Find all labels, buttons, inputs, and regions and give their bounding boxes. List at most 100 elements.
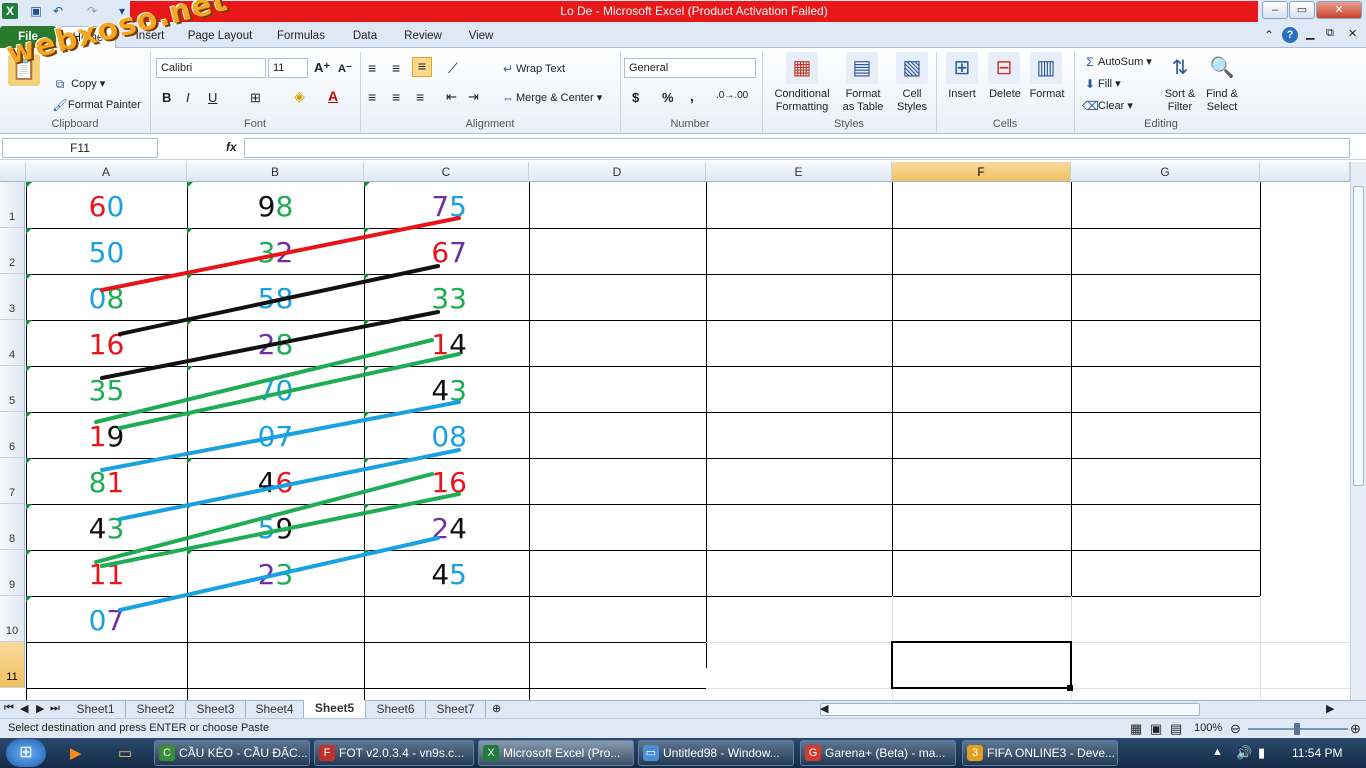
cell-styles-label-2[interactable]: Styles	[892, 101, 932, 113]
zoom-level[interactable]: 100%	[1194, 719, 1222, 738]
sheet-tab-6[interactable]: Sheet6	[366, 701, 426, 718]
volume-icon[interactable]: 🔊	[1236, 745, 1252, 761]
fill-button[interactable]: ⬇ Fill ▾	[1082, 76, 1121, 92]
doc-restore-icon[interactable]: ⧉	[1326, 27, 1334, 40]
page-layout-view-icon[interactable]: ▣	[1150, 719, 1162, 738]
explorer-icon[interactable]: ▭	[118, 744, 132, 762]
first-sheet-icon[interactable]: ⏮	[4, 702, 14, 715]
tab-data[interactable]: Data	[344, 24, 386, 48]
tab-page-layout[interactable]: Page Layout	[184, 24, 256, 48]
binoculars-icon[interactable]: 🔍	[1206, 52, 1238, 84]
increase-decimal-icon[interactable]: .0→.00	[716, 90, 748, 101]
formula-input[interactable]	[244, 138, 1350, 158]
sort-filter-label-2[interactable]: Filter	[1158, 101, 1202, 113]
autosum-button[interactable]: Σ AutoSum ▾	[1082, 54, 1152, 70]
align-right-icon[interactable]: ≡	[416, 89, 424, 105]
find-select-label-2[interactable]: Select	[1200, 101, 1244, 113]
orientation-icon[interactable]: ⟋	[448, 60, 458, 77]
font-color-icon[interactable]: A	[328, 88, 338, 104]
currency-button[interactable]: $	[632, 90, 639, 105]
horizontal-scroll-thumb[interactable]	[820, 703, 1200, 716]
indent-icon[interactable]: ⇤	[446, 89, 457, 105]
underline-button[interactable]: U	[208, 90, 217, 105]
sort-filter-label[interactable]: Sort &	[1158, 88, 1202, 100]
align-center-icon[interactable]: ≡	[392, 89, 400, 105]
delete-cells-label[interactable]: Delete	[984, 88, 1026, 100]
format-cells-icon[interactable]: ▥	[1030, 52, 1062, 84]
grow-font-icon[interactable]: A⁺	[314, 60, 330, 76]
taskbar-item-5[interactable]: G Garena+ (Beta) - ma...	[800, 740, 956, 766]
help-icon[interactable]: ?	[1282, 27, 1298, 43]
prev-sheet-icon[interactable]: ◀	[20, 702, 28, 715]
wrap-text-button[interactable]: ↵ Wrap Text	[500, 61, 565, 77]
zoom-in-icon[interactable]: ⊕	[1350, 719, 1361, 738]
delete-cells-icon[interactable]: ⊟	[988, 52, 1020, 84]
align-top-icon[interactable]: ≡	[368, 60, 376, 76]
last-sheet-icon[interactable]: ⏭	[50, 702, 60, 715]
vertical-scrollbar-track[interactable]	[1350, 162, 1366, 700]
normal-view-icon[interactable]: ▦	[1130, 719, 1142, 738]
cell-styles-label[interactable]: Cell	[892, 88, 932, 100]
cell-styles-icon[interactable]: ▧	[896, 52, 928, 84]
taskbar-item-1[interactable]: C CẦU KÈO - CẦU ĐẶC...	[154, 740, 310, 766]
outdent-icon[interactable]: ⇥	[468, 89, 479, 105]
tab-review[interactable]: Review	[398, 24, 448, 48]
next-sheet-icon[interactable]: ▶	[36, 702, 44, 715]
undo-icon[interactable]: ↶	[50, 3, 66, 19]
bold-button[interactable]: B	[162, 90, 171, 105]
taskbar-item-3-active[interactable]: X Microsoft Excel (Pro...	[478, 740, 634, 766]
sheet-tab-2[interactable]: Sheet2	[126, 701, 186, 718]
insert-cells-label[interactable]: Insert	[942, 88, 982, 100]
fx-icon[interactable]: fx	[226, 140, 237, 154]
tab-view[interactable]: View	[460, 24, 502, 48]
conditional-formatting-label[interactable]: Conditional	[770, 88, 834, 100]
network-icon[interactable]: ▮	[1258, 745, 1265, 761]
sheet-tab-3[interactable]: Sheet3	[186, 701, 246, 718]
tab-formulas[interactable]: Formulas	[270, 24, 332, 48]
taskbar-item-4[interactable]: ▭ Untitled98 - Window...	[638, 740, 794, 766]
fill-handle[interactable]	[1067, 685, 1073, 691]
shrink-font-icon[interactable]: A⁻	[338, 62, 352, 75]
taskbar-item-6[interactable]: 3 FIFA ONLINE3 - Deve...	[962, 740, 1118, 766]
find-select-label[interactable]: Find &	[1200, 88, 1244, 100]
minimize-button[interactable]: –	[1262, 1, 1288, 19]
format-table-icon[interactable]: ▤	[846, 52, 878, 84]
vertical-scroll-thumb[interactable]	[1353, 186, 1364, 486]
conditional-formatting-icon[interactable]: ▦	[786, 52, 818, 84]
zoom-out-icon[interactable]: ⊖	[1230, 719, 1241, 738]
align-middle-icon[interactable]: ≡	[392, 60, 400, 76]
active-cell-f11[interactable]	[891, 641, 1072, 689]
align-left-icon[interactable]: ≡	[368, 89, 376, 105]
borders-icon[interactable]: ⊞	[250, 90, 261, 106]
tray-expand-icon[interactable]: ▲	[1212, 746, 1223, 758]
sheet-tab-4[interactable]: Sheet4	[246, 701, 304, 718]
format-table-label-2[interactable]: as Table	[836, 101, 890, 113]
insert-sheet-icon[interactable]: ⊕	[492, 702, 501, 715]
zoom-slider-thumb[interactable]	[1294, 723, 1300, 735]
font-size-combo[interactable]: 11	[268, 58, 308, 78]
close-button[interactable]: ✕	[1316, 1, 1362, 19]
scroll-left-icon[interactable]: ◀	[820, 702, 828, 715]
worksheet-grid[interactable]: A B C D E F G 1234567891011 609875503267…	[0, 162, 1350, 700]
format-painter-button[interactable]: 🖌Format Painter	[52, 97, 140, 113]
collapse-ribbon-icon[interactable]: ⌃	[1264, 28, 1274, 42]
comma-button[interactable]: ,	[690, 88, 694, 104]
format-table-label[interactable]: Format	[836, 88, 890, 100]
media-player-icon[interactable]: ▶	[70, 744, 82, 762]
doc-minimize-icon[interactable]: ▁	[1306, 27, 1314, 40]
merge-center-button[interactable]: ⇔ Merge & Center ▾	[500, 90, 602, 106]
sheet-tab-7[interactable]: Sheet7	[426, 701, 486, 718]
save-icon[interactable]: ▣	[28, 3, 44, 19]
sheet-tab-1[interactable]: Sheet1	[66, 701, 126, 718]
font-name-combo[interactable]: Calibri	[156, 58, 266, 78]
taskbar-item-2[interactable]: F FOT v2.0.3.4 - vn9s.c...	[314, 740, 474, 766]
format-cells-label[interactable]: Format	[1026, 88, 1068, 100]
number-format-combo[interactable]: General	[624, 58, 756, 78]
italic-button[interactable]: I	[186, 90, 190, 105]
clear-button[interactable]: ⌫Clear ▾	[1082, 98, 1133, 114]
copy-button[interactable]: ⧉ Copy ▾	[52, 76, 106, 92]
page-break-view-icon[interactable]: ▤	[1170, 719, 1182, 738]
start-button[interactable]: ⊞	[6, 739, 46, 767]
doc-close-icon[interactable]: ✕	[1348, 27, 1357, 40]
percent-button[interactable]: %	[662, 90, 674, 105]
